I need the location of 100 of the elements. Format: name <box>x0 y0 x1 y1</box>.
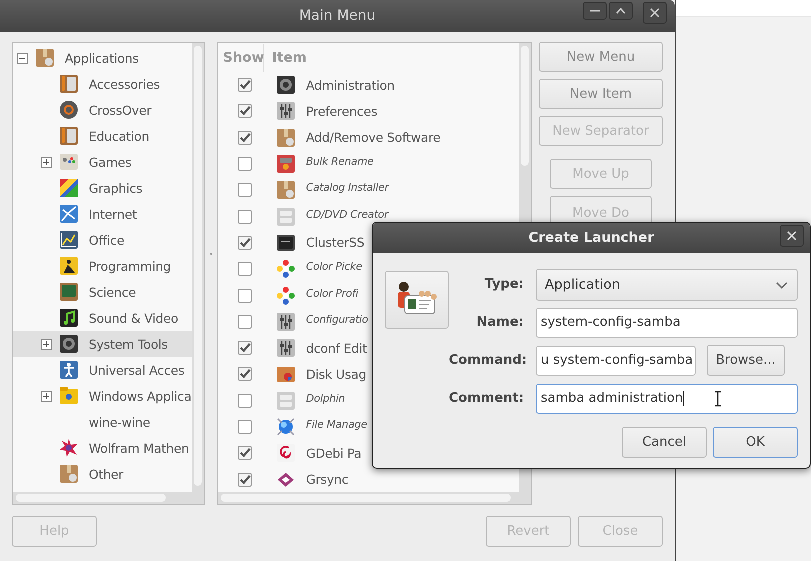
folder-icon <box>59 386 79 406</box>
show-checkbox[interactable] <box>238 236 252 250</box>
sliders-icon <box>276 101 296 122</box>
sliders-icon <box>276 312 296 332</box>
item-name: Color Picke <box>306 261 362 274</box>
tree-item[interactable]: Other <box>13 461 192 487</box>
music-note-icon <box>59 308 79 328</box>
window-title: Main Menu <box>299 8 376 24</box>
show-checkbox[interactable] <box>238 288 252 303</box>
item-name: GDebi Pa <box>306 446 362 461</box>
item-name: ClusterSS <box>306 235 365 250</box>
package-icon <box>59 464 79 484</box>
show-checkbox[interactable] <box>238 262 252 276</box>
expand-icon[interactable] <box>41 156 52 168</box>
show-checkbox[interactable] <box>238 367 252 382</box>
item-name: Catalog Installer <box>306 182 389 194</box>
tree-item[interactable]: Applications <box>13 45 192 71</box>
gear-icon <box>276 75 296 96</box>
item-name: Configuratio <box>306 314 368 326</box>
tree-item[interactable]: Science <box>13 279 192 305</box>
input-field[interactable]: samba administration <box>536 384 798 414</box>
tree-item[interactable]: Games <box>13 149 192 175</box>
ring-icon <box>59 100 79 120</box>
show-checkbox[interactable] <box>238 183 252 198</box>
tree-item[interactable]: Wolfram Mathen <box>13 435 192 461</box>
browse-button[interactable]: Browse... <box>707 345 785 376</box>
minimize-icon <box>590 10 600 12</box>
show-checkbox[interactable] <box>238 104 252 118</box>
package-icon <box>276 180 296 200</box>
tree-item[interactable]: Universal Acces <box>13 357 192 383</box>
sliders-icon <box>276 338 296 358</box>
tree-item[interactable]: Graphics <box>13 175 192 201</box>
show-checkbox[interactable] <box>238 341 252 356</box>
item-name: dconf Edit <box>306 340 368 356</box>
input-field[interactable]: system-config-samba <box>536 308 798 338</box>
tree-item[interactable]: Education <box>13 123 192 149</box>
calculator-icon <box>59 74 79 94</box>
drawer-icon <box>276 206 296 227</box>
globe-icon <box>276 417 296 437</box>
tree-item[interactable]: System Tools <box>13 331 192 357</box>
accessibility-icon <box>59 360 79 380</box>
dialog-title: Create Launcher <box>528 230 654 246</box>
item-name: Dolphin <box>306 392 346 405</box>
tree-item[interactable]: Accessories <box>13 71 192 97</box>
close-button[interactable] <box>643 2 667 24</box>
package-icon <box>35 48 55 68</box>
item-name: Bulk Rename <box>306 156 374 168</box>
chalkboard-icon <box>59 282 79 302</box>
cancel-button[interactable]: Cancel <box>622 427 707 458</box>
field-label: Command: <box>449 353 528 368</box>
close-icon <box>650 8 660 18</box>
scrollbar[interactable] <box>192 43 204 492</box>
expand-icon[interactable] <box>41 338 52 350</box>
item-name: Add/Remove Software <box>306 130 441 146</box>
tree-item[interactable]: Internet <box>13 201 192 227</box>
show-checkbox[interactable] <box>238 78 252 92</box>
scrollbar[interactable] <box>218 492 531 504</box>
field-label: Type: <box>484 277 525 292</box>
show-checkbox[interactable] <box>238 394 252 408</box>
item-name: Preferences <box>306 104 378 119</box>
tree-item[interactable]: CrossOver <box>13 97 192 123</box>
tree-item[interactable]: Office <box>13 227 192 253</box>
show-checkbox[interactable] <box>238 472 252 487</box>
star-icon <box>59 438 79 458</box>
field-label: Name: <box>476 315 525 330</box>
item-name: Grsync <box>306 472 349 488</box>
show-checkbox[interactable] <box>238 420 252 434</box>
ok-button[interactable]: OK <box>713 427 798 458</box>
minimize-button[interactable] <box>583 2 607 20</box>
close-icon <box>787 231 797 241</box>
field-label: Comment: <box>449 391 526 406</box>
item-name: File Manage <box>306 419 368 431</box>
pie-folder-icon <box>276 364 296 384</box>
icon-button[interactable] <box>385 271 449 329</box>
maximize-button[interactable] <box>609 2 633 20</box>
tree-item[interactable]: Windows Applica <box>13 383 192 409</box>
item-name: Color Profi <box>306 288 358 300</box>
close-button[interactable] <box>780 225 804 247</box>
scrollbar[interactable] <box>13 492 204 504</box>
terminal-icon <box>276 232 296 253</box>
gamepad-icon <box>59 152 79 172</box>
chart-icon <box>59 230 79 250</box>
flower-icon <box>276 286 296 306</box>
tree-item[interactable]: wine-wine <box>13 409 192 435</box>
collapse-icon[interactable] <box>17 52 28 64</box>
type-dropdown[interactable]: Application <box>536 268 798 300</box>
expand-icon[interactable] <box>41 390 52 402</box>
drawer-icon <box>276 390 296 411</box>
calculator-icon <box>59 126 79 146</box>
show-checkbox[interactable] <box>238 314 252 329</box>
item-name: CD/DVD Creator <box>306 208 388 221</box>
tree-item[interactable]: Sound & Video <box>13 305 192 331</box>
tree-item[interactable]: Programming <box>13 253 192 279</box>
maximize-icon <box>616 8 626 14</box>
network-icon <box>59 204 79 224</box>
show-checkbox[interactable] <box>238 210 252 224</box>
show-checkbox[interactable] <box>238 446 252 460</box>
input-field[interactable]: u system-config-samba <box>536 346 696 376</box>
show-checkbox[interactable] <box>238 130 252 145</box>
show-checkbox[interactable] <box>238 157 252 172</box>
